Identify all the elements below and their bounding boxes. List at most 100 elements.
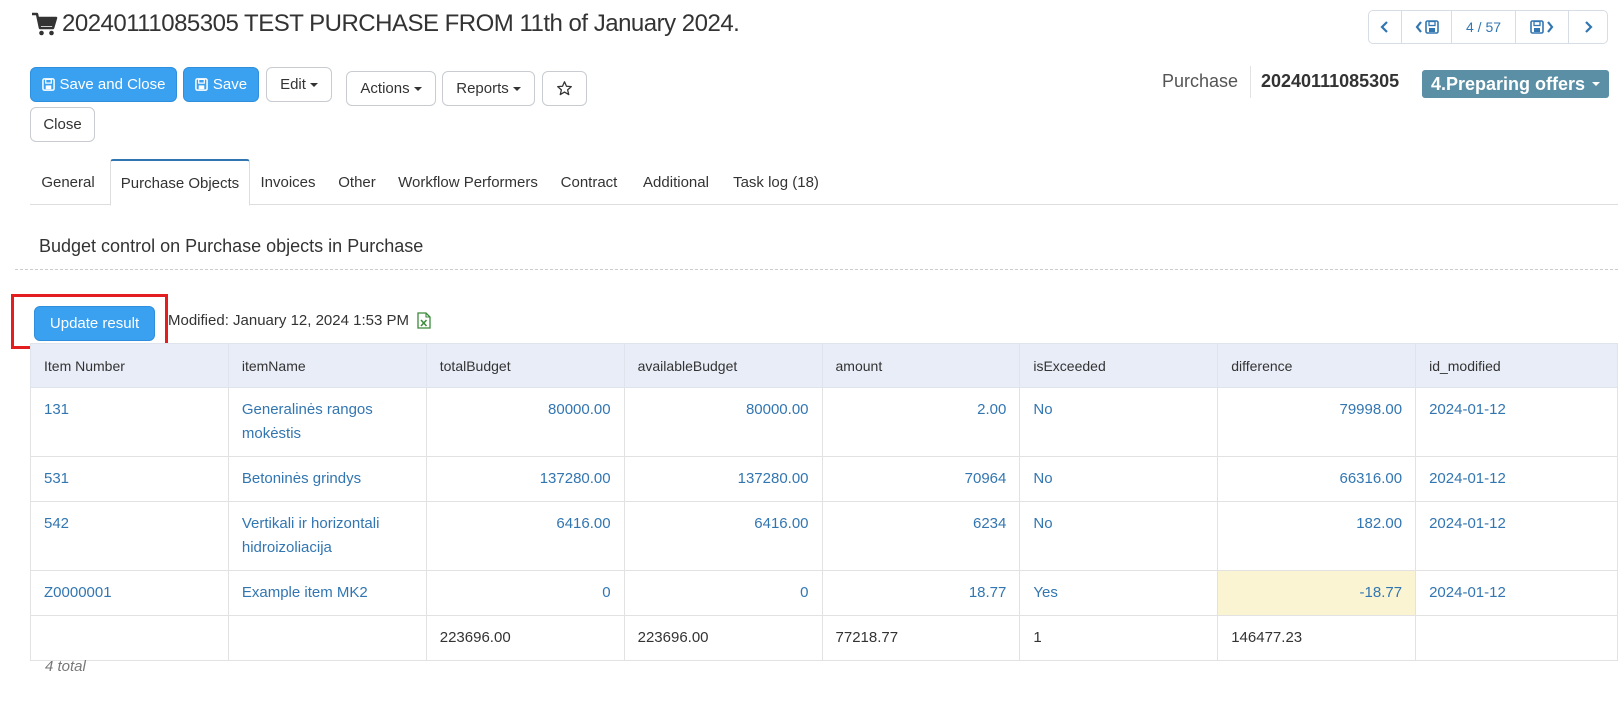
caret-down-icon [413, 86, 422, 91]
save-label: Save [212, 76, 248, 93]
caret-down-icon [512, 86, 521, 91]
difference-sum: 146477.23 [1217, 615, 1417, 661]
amount-sum: 77218.77 [821, 615, 1021, 661]
column-header[interactable]: availableBudget [623, 343, 823, 388]
record-position: 4 / 57 [1452, 11, 1516, 43]
item-number-cell[interactable]: 131 [30, 387, 229, 457]
save-button[interactable]: Save [183, 67, 259, 102]
column-header[interactable]: amount [821, 343, 1021, 388]
tab-task-log[interactable]: Task log (18) [723, 159, 829, 205]
amount-cell[interactable]: 6234 [821, 501, 1021, 571]
chevron-right-icon [1547, 21, 1554, 33]
total-budget-cell[interactable]: 6416.00 [425, 501, 625, 571]
totals-cell [1415, 615, 1618, 661]
item-name-cell[interactable]: Betoninės grindys [227, 456, 427, 502]
tab-general[interactable]: General [30, 159, 106, 205]
caret-down-icon [309, 82, 318, 87]
item-number-cell[interactable]: 542 [30, 501, 229, 571]
save-and-close-button[interactable]: Save and Close [30, 67, 177, 102]
record-number: 20240111085305 [1261, 71, 1400, 91]
tab-additional[interactable]: Additional [632, 159, 720, 205]
amount-cell[interactable]: 2.00 [821, 387, 1021, 457]
table-row[interactable]: 131 Generalinės rangos mokėstis 80000.00… [30, 387, 1618, 457]
is-exceeded-cell[interactable]: Yes [1019, 570, 1219, 616]
difference-cell[interactable]: 182.00 [1217, 501, 1417, 571]
tab-bar: General Purchase Objects Invoices Other … [30, 159, 1618, 206]
tab-other[interactable]: Other [327, 159, 387, 205]
record-navigation: 4 / 57 [1368, 10, 1608, 44]
tab-contract[interactable]: Contract [549, 159, 629, 205]
status-dropdown[interactable]: 4.Preparing offers [1422, 70, 1609, 98]
separator [1250, 66, 1251, 98]
floppy-disk-icon [41, 78, 55, 91]
column-header[interactable]: difference [1217, 343, 1417, 388]
is-exceeded-cell[interactable]: No [1019, 456, 1219, 502]
total-budget-cell[interactable]: 80000.00 [425, 387, 625, 457]
is-exceeded-cell[interactable]: No [1019, 387, 1219, 457]
edit-dropdown-button[interactable]: Edit [266, 67, 332, 102]
available-budget-cell[interactable]: 80000.00 [623, 387, 823, 457]
close-label: Close [43, 116, 82, 133]
tab-purchase-objects[interactable]: Purchase Objects [110, 159, 250, 206]
column-header[interactable]: itemName [227, 343, 427, 388]
difference-cell[interactable]: 66316.00 [1217, 456, 1417, 502]
item-name-cell[interactable]: Vertikali ir horizontali hidroizoliacija [227, 501, 427, 571]
excel-export-icon[interactable] [417, 312, 431, 334]
amount-cell[interactable]: 70964 [821, 456, 1021, 502]
available-budget-cell[interactable]: 6416.00 [623, 501, 823, 571]
item-name-cell[interactable]: Example item MK2 [227, 570, 427, 616]
record-type-label: Purchase [1162, 71, 1239, 91]
available-budget-cell[interactable]: 0 [623, 570, 823, 616]
chevron-left-icon [1380, 21, 1388, 33]
star-icon [557, 81, 572, 96]
column-header[interactable]: id_modified [1415, 343, 1618, 388]
update-result-button[interactable]: Update result [34, 306, 155, 341]
total-budget-cell[interactable]: 137280.00 [425, 456, 625, 502]
item-number-cell[interactable]: Z0000001 [30, 570, 229, 616]
next-record-button[interactable] [1569, 11, 1607, 43]
id-modified-cell[interactable]: 2024-01-12 [1415, 570, 1618, 616]
item-name-cell[interactable]: Generalinės rangos mokėstis [227, 387, 427, 457]
amount-cell[interactable]: 18.77 [821, 570, 1021, 616]
column-header[interactable]: Item Number [30, 343, 229, 388]
modified-timestamp: Modified: January 12, 2024 1:53 PM [168, 312, 409, 329]
reports-dropdown-button[interactable]: Reports [442, 71, 535, 106]
difference-cell[interactable]: 79998.00 [1217, 387, 1417, 457]
available-budget-cell[interactable]: 137280.00 [623, 456, 823, 502]
table-header-row: Item Number itemName totalBudget availab… [30, 343, 1618, 388]
totals-cell [30, 615, 229, 661]
next-saved-record-button[interactable] [1516, 11, 1569, 43]
floppy-disk-icon [195, 78, 208, 91]
id-modified-cell[interactable]: 2024-01-12 [1415, 387, 1618, 457]
table-row[interactable]: Z0000001 Example item MK2 0 0 18.77 Yes … [30, 570, 1618, 616]
is-exceeded-cell[interactable]: No [1019, 501, 1219, 571]
record-count: 4 total [45, 658, 86, 675]
column-header[interactable]: totalBudget [425, 343, 625, 388]
actions-label: Actions [360, 80, 410, 97]
actions-dropdown-button[interactable]: Actions [346, 71, 436, 106]
floppy-disk-icon [1530, 20, 1544, 34]
chevron-left-icon [1415, 21, 1422, 33]
totals-row: 223696.00 223696.00 77218.77 1 146477.23 [30, 615, 1618, 661]
id-modified-cell[interactable]: 2024-01-12 [1415, 501, 1618, 571]
tab-invoices[interactable]: Invoices [252, 159, 324, 205]
id-modified-cell[interactable]: 2024-01-12 [1415, 456, 1618, 502]
floppy-disk-icon [1424, 20, 1439, 34]
previous-record-button[interactable] [1369, 11, 1402, 43]
item-number-cell[interactable]: 531 [30, 456, 229, 502]
close-button[interactable]: Close [30, 107, 95, 142]
table-row[interactable]: 531 Betoninės grindys 137280.00 137280.0… [30, 456, 1618, 502]
section-title: Budget control on Purchase objects in Pu… [39, 236, 424, 256]
previous-saved-record-button[interactable] [1402, 11, 1452, 43]
difference-cell-exceeded[interactable]: -18.77 [1217, 570, 1417, 616]
caret-down-icon [1592, 82, 1601, 86]
edit-label: Edit [280, 76, 306, 93]
shopping-cart-icon [30, 10, 58, 38]
table-row[interactable]: 542 Vertikali ir horizontali hidroizolia… [30, 501, 1618, 571]
favorite-button[interactable] [542, 71, 587, 106]
exceeded-count: 1 [1019, 615, 1219, 661]
chevron-right-icon [1585, 21, 1593, 33]
tab-workflow-performers[interactable]: Workflow Performers [390, 159, 546, 205]
column-header[interactable]: isExceeded [1019, 343, 1219, 388]
total-budget-cell[interactable]: 0 [425, 570, 625, 616]
